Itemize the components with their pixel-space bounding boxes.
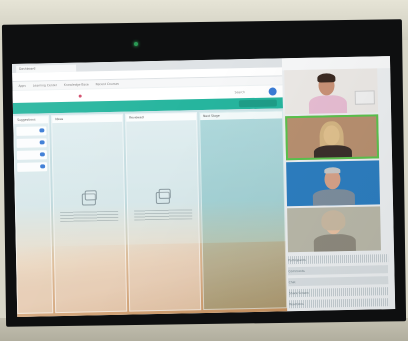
board-card[interactable]	[17, 162, 48, 172]
card-badge	[39, 152, 45, 157]
monitor-screen: Dashboard Apps Learning Center Knowledge…	[12, 56, 396, 317]
participant-hair	[321, 210, 346, 231]
bookmark-item[interactable]: Recent Courses	[96, 82, 119, 86]
board-card[interactable]	[16, 138, 47, 148]
column-title: Ideas	[52, 114, 123, 124]
empty-cards-icon	[81, 193, 96, 206]
participant-body	[308, 94, 348, 115]
participant-hair	[324, 167, 341, 174]
board-column: Suggestions	[13, 115, 54, 314]
side-menu-list: Participants Comments Chat Share Screen …	[288, 254, 390, 311]
board-card[interactable]	[16, 150, 48, 160]
status-dot-icon	[78, 94, 82, 98]
participant-video[interactable]	[284, 68, 379, 115]
column-title: Reviewed	[126, 113, 197, 122]
avatar[interactable]	[268, 87, 277, 96]
side-menu-item[interactable]: Share Screen	[288, 287, 389, 298]
add-item-button[interactable]	[238, 99, 277, 108]
card-badge	[39, 128, 45, 133]
participant-video-active-speaker[interactable]	[285, 114, 380, 161]
side-menu-item[interactable]: Reactions	[289, 298, 390, 309]
empty-state-text	[60, 210, 119, 223]
column-title: Suggestions	[14, 116, 49, 124]
participant-video[interactable]	[287, 206, 381, 253]
bookmark-item[interactable]: Learning Center	[33, 83, 57, 88]
board-column: Ideas	[51, 113, 128, 314]
empty-cards-icon	[155, 191, 170, 205]
bookmark-item[interactable]: Apps	[18, 84, 26, 88]
laptop-icon	[354, 90, 375, 105]
participant-body	[313, 144, 353, 161]
search-input[interactable]: Search	[235, 89, 265, 96]
board-column: Reviewed	[125, 112, 202, 312]
bookmark-item[interactable]: Knowledge Base	[64, 82, 89, 87]
video-call-panel: Participants Comments Chat Share Screen …	[281, 56, 396, 312]
empty-state-text	[134, 209, 193, 221]
participant-video[interactable]	[286, 160, 381, 207]
board-card[interactable]	[16, 126, 47, 136]
card-badge	[40, 164, 46, 169]
webcam-light-icon	[134, 42, 138, 46]
card-badge	[39, 140, 45, 145]
participant-body	[312, 188, 356, 206]
side-menu-item[interactable]: Participants	[288, 254, 389, 265]
headphones-icon	[317, 73, 336, 83]
side-menu-item[interactable]: Chat	[288, 276, 389, 287]
participant-body	[313, 233, 356, 252]
column-title: Next Stage	[200, 111, 283, 121]
browser-window: Dashboard Apps Learning Center Knowledge…	[12, 58, 288, 317]
side-menu-item[interactable]: Comments	[288, 265, 389, 276]
board-column: Next Stage	[199, 110, 288, 311]
